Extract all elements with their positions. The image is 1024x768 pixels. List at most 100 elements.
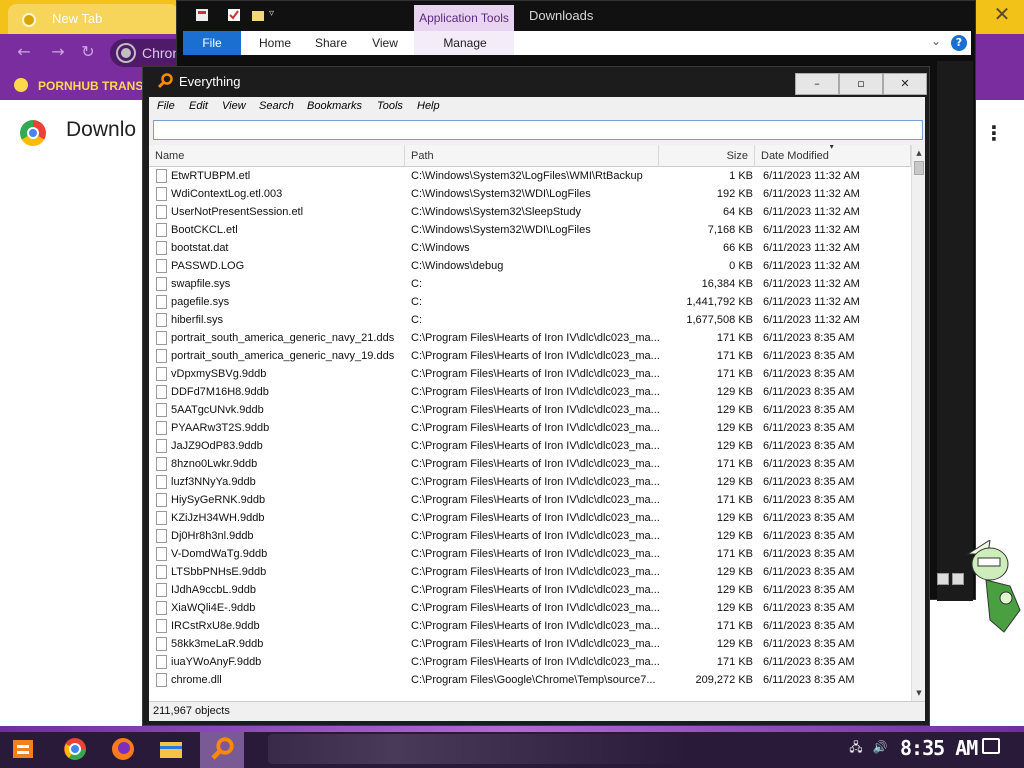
- minimize-button[interactable]: –: [795, 73, 839, 95]
- start-button-icon[interactable]: [10, 736, 36, 762]
- chrome-close-icon[interactable]: ✕: [990, 4, 1014, 28]
- menu-view[interactable]: View: [222, 100, 246, 112]
- cell-date: 6/11/2023 8:35 AM: [763, 422, 855, 434]
- table-row[interactable]: PYAARw3T2S.9ddb C:\Program Files\Hearts o…: [149, 419, 911, 437]
- table-row[interactable]: Dj0Hr8h3nl.9ddb C:\Program Files\Hearts o…: [149, 527, 911, 545]
- file-icon: [156, 295, 167, 309]
- cell-size: 171 KB: [716, 368, 753, 380]
- table-row[interactable]: hiberfil.sys C: 1,677,508 KB 6/11/2023 11:3…: [149, 311, 911, 329]
- file-icon: [156, 403, 167, 417]
- menu-search[interactable]: Search: [259, 100, 294, 112]
- column-name[interactable]: Name: [149, 145, 405, 167]
- ribbon-expand-chevron-icon[interactable]: ⌄: [931, 34, 941, 48]
- bookmark-favicon-icon: [14, 78, 28, 92]
- checkmark-doc-icon[interactable]: [227, 8, 241, 22]
- ribbon-tab-manage[interactable]: Manage: [431, 31, 499, 55]
- reload-icon[interactable]: ↻: [78, 42, 98, 62]
- table-row[interactable]: portrait_south_america_generic_navy_21.d…: [149, 329, 911, 347]
- chrome-tab[interactable]: New Tab: [8, 4, 178, 34]
- cell-size: 1 KB: [729, 170, 753, 182]
- cell-size: 129 KB: [716, 638, 753, 650]
- chrome-taskbar-icon[interactable]: [62, 736, 88, 762]
- menu-file[interactable]: File: [157, 100, 175, 112]
- column-path[interactable]: Path: [405, 145, 659, 167]
- file-icon: [156, 367, 167, 381]
- menu-edit[interactable]: Edit: [189, 100, 208, 112]
- properties-icon[interactable]: [195, 8, 209, 22]
- table-row[interactable]: 8hzno0Lwkr.9ddb C:\Program Files\Hearts o…: [149, 455, 911, 473]
- column-size[interactable]: Size: [659, 145, 755, 167]
- cell-date: 6/11/2023 11:32 AM: [763, 296, 860, 308]
- table-row[interactable]: swapfile.sys C: 16,384 KB 6/11/2023 11:32 A…: [149, 275, 911, 293]
- file-icon: [156, 583, 167, 597]
- everything-titlebar: Everything – ▫ ✕: [143, 67, 929, 97]
- everything-active-task[interactable]: [200, 732, 244, 768]
- table-row[interactable]: portrait_south_america_generic_navy_19.d…: [149, 347, 911, 365]
- table-row[interactable]: KZiJzH34WH.9ddb C:\Program Files\Hearts o…: [149, 509, 911, 527]
- forward-arrow-icon[interactable]: →: [48, 42, 68, 62]
- bookmark-item[interactable]: PORNHUB TRANS: [38, 79, 143, 93]
- search-input[interactable]: [153, 120, 923, 140]
- menu-tools[interactable]: Tools: [377, 100, 403, 112]
- table-row[interactable]: EtwRTUBPM.etl C:\Windows\System32\LogFile…: [149, 167, 911, 185]
- table-row[interactable]: WdiContextLog.etl.003 C:\Windows\System32…: [149, 185, 911, 203]
- table-row[interactable]: V-DomdWaTg.9ddb C:\Program Files\Hearts o…: [149, 545, 911, 563]
- taskbar-clock[interactable]: 8:35 AM: [900, 736, 978, 760]
- ribbon-tab-home[interactable]: Home: [251, 31, 299, 55]
- close-button[interactable]: ✕: [883, 73, 927, 95]
- scroll-up-icon[interactable]: ▲: [913, 147, 925, 159]
- table-row[interactable]: PASSWD.LOG C:\Windows\debug 0 KB 6/11/2023 …: [149, 257, 911, 275]
- file-icon: [156, 619, 167, 633]
- ribbon-tab-view[interactable]: View: [363, 31, 407, 55]
- table-row[interactable]: IJdhA9ccbL.9ddb C:\Program Files\Hearts o…: [149, 581, 911, 599]
- vertical-scrollbar[interactable]: ▲ ▼: [911, 145, 925, 701]
- table-row[interactable]: 5AATgcUNvk.9ddb C:\Program Files\Hearts o…: [149, 401, 911, 419]
- details-view-icon[interactable]: [937, 573, 949, 585]
- cell-path: C:: [411, 278, 422, 290]
- table-row[interactable]: bootstat.dat C:\Windows 66 KB 6/11/2023 11:…: [149, 239, 911, 257]
- menu-help[interactable]: Help: [417, 100, 440, 112]
- cell-name: luzf3NNyYa.9ddb: [171, 476, 256, 488]
- table-row[interactable]: vDpxmySBVg.9ddb C:\Program Files\Hearts o…: [149, 365, 911, 383]
- menu-bookmarks[interactable]: Bookmarks: [307, 100, 362, 112]
- table-row[interactable]: XiaWQli4E-.9ddb C:\Program Files\Hearts o…: [149, 599, 911, 617]
- scroll-thumb[interactable]: [914, 161, 924, 175]
- back-arrow-icon[interactable]: ←: [14, 42, 34, 62]
- cell-name: chrome.dll: [171, 674, 222, 686]
- table-row[interactable]: pagefile.sys C: 1,441,792 KB 6/11/2023 11:3…: [149, 293, 911, 311]
- results-list: Name Path Size Date Modified ▼ EtwRTUBPM…: [149, 145, 925, 701]
- file-explorer-taskbar-icon[interactable]: [158, 736, 184, 762]
- ribbon-tab-share[interactable]: Share: [307, 31, 355, 55]
- cell-size: 129 KB: [716, 602, 753, 614]
- table-row[interactable]: IRCstRxU8e.9ddb C:\Program Files\Hearts o…: [149, 617, 911, 635]
- file-icon: [156, 493, 167, 507]
- table-row[interactable]: DDFd7M16H8.9ddb C:\Program Files\Hearts o…: [149, 383, 911, 401]
- firefox-taskbar-icon[interactable]: [110, 736, 136, 762]
- table-row[interactable]: luzf3NNyYa.9ddb C:\Program Files\Hearts o…: [149, 473, 911, 491]
- notifications-icon[interactable]: [982, 738, 1000, 754]
- scroll-down-icon[interactable]: ▼: [913, 687, 925, 699]
- table-row[interactable]: chrome.dll C:\Program Files\Google\Chrome…: [149, 671, 911, 689]
- cell-date: 6/11/2023 11:32 AM: [763, 206, 860, 218]
- table-row[interactable]: BootCKCL.etl C:\Windows\System32\WDI\LogF…: [149, 221, 911, 239]
- customize-dropdown-icon[interactable]: ▿: [269, 8, 283, 22]
- ribbon-tab-file[interactable]: File: [183, 31, 241, 55]
- new-folder-icon[interactable]: [251, 8, 265, 22]
- kebab-menu-icon[interactable]: ⋮: [984, 122, 1004, 144]
- file-icon: [156, 187, 167, 201]
- network-icon[interactable]: 🖧: [848, 740, 864, 754]
- table-row[interactable]: UserNotPresentSession.etl C:\Windows\Syst…: [149, 203, 911, 221]
- cell-size: 171 KB: [716, 458, 753, 470]
- table-row[interactable]: iuaYWoAnyF.9ddb C:\Program Files\Hearts o…: [149, 653, 911, 671]
- help-icon[interactable]: ?: [951, 35, 967, 51]
- application-tools-tab[interactable]: Application Tools: [414, 5, 514, 31]
- table-row[interactable]: LTSbbPNHsE.9ddb C:\Program Files\Hearts o…: [149, 563, 911, 581]
- table-row[interactable]: 58kk3meLaR.9ddb C:\Program Files\Hearts o…: [149, 635, 911, 653]
- cell-path: C:\Program Files\Hearts of Iron IV\dlc\d…: [411, 548, 660, 560]
- maximize-button[interactable]: ▫: [839, 73, 883, 95]
- table-row[interactable]: HiySyGeRNK.9ddb C:\Program Files\Hearts o…: [149, 491, 911, 509]
- cell-path: C:\Program Files\Hearts of Iron IV\dlc\d…: [411, 458, 660, 470]
- table-row[interactable]: JaJZ9OdP83.9ddb C:\Program Files\Hearts o…: [149, 437, 911, 455]
- volume-icon[interactable]: 🔊: [872, 740, 888, 754]
- cell-name: EtwRTUBPM.etl: [171, 170, 251, 182]
